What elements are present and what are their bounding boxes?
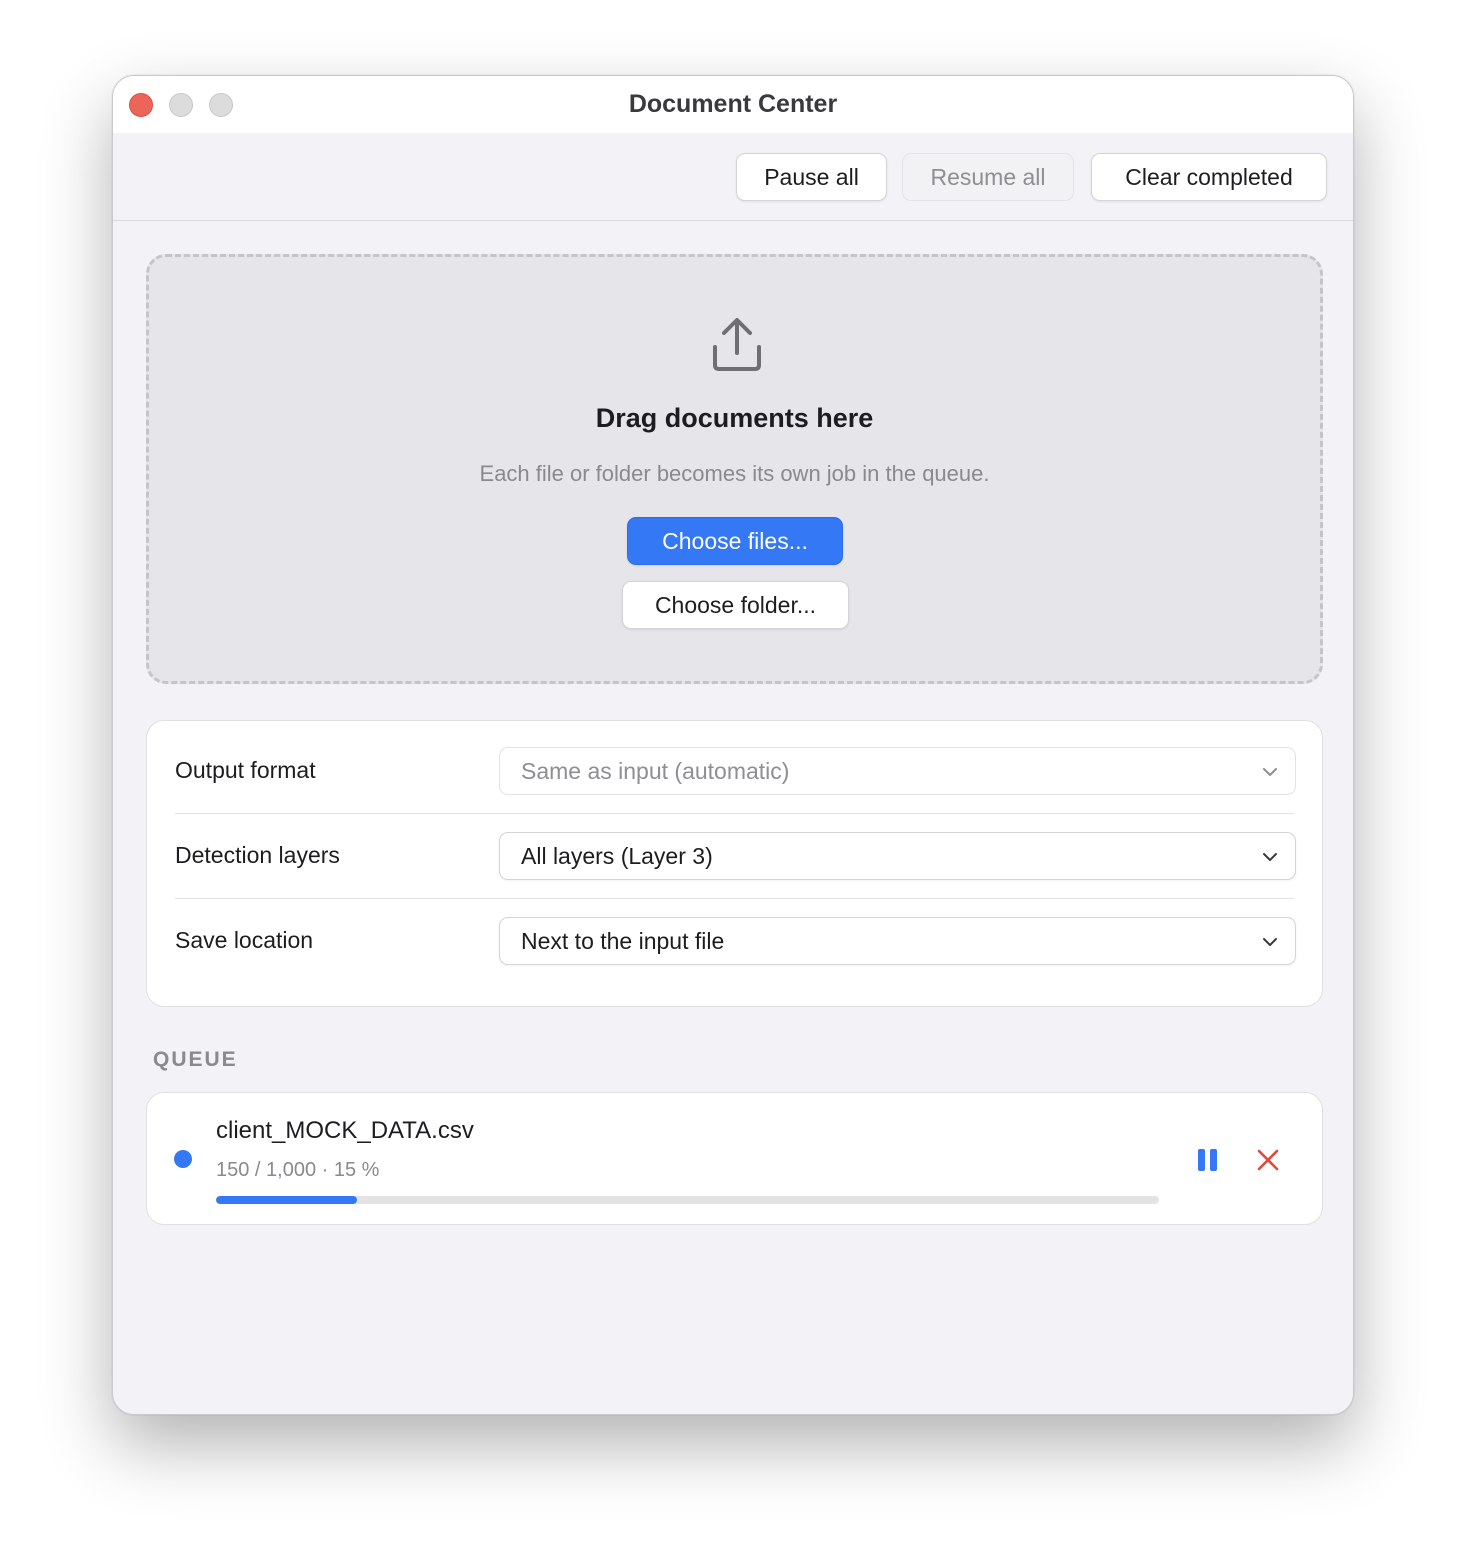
drop-zone-title: Drag documents here bbox=[595, 403, 874, 433]
pause-all-button[interactable]: Pause all bbox=[736, 153, 887, 201]
drop-zone[interactable]: Drag documents here Each file or folder … bbox=[146, 254, 1323, 684]
save-location-label: Save location bbox=[175, 927, 314, 953]
progress-bar bbox=[216, 1196, 1159, 1204]
pause-icon bbox=[1198, 1149, 1217, 1171]
save-location-select[interactable]: Next to the input file bbox=[499, 917, 1296, 965]
app-window: Document Center Pause all Resume all Cle… bbox=[112, 75, 1354, 1415]
detection-layers-select[interactable]: All layers (Layer 3) bbox=[499, 832, 1296, 880]
queue-item-file-name: client_MOCK_DATA.csv bbox=[216, 1117, 474, 1144]
resume-all-button[interactable]: Resume all bbox=[902, 153, 1074, 201]
clear-completed-button[interactable]: Clear completed bbox=[1091, 153, 1327, 201]
queue-item-progress-text: 150 / 1,000 · 15 % bbox=[216, 1159, 380, 1181]
detection-layers-label: Detection layers bbox=[175, 842, 340, 868]
chevron-down-icon bbox=[1263, 938, 1277, 946]
upload-icon bbox=[713, 318, 761, 371]
remove-item-button[interactable] bbox=[1248, 1140, 1288, 1180]
close-icon bbox=[1257, 1149, 1279, 1171]
toolbar: Pause all Resume all Clear completed bbox=[113, 133, 1353, 221]
save-location-value: Next to the input file bbox=[521, 927, 725, 954]
status-dot-icon bbox=[174, 1150, 192, 1168]
chevron-down-icon bbox=[1263, 853, 1277, 861]
output-format-value: Same as input (automatic) bbox=[521, 757, 790, 784]
title-bar: Document Center bbox=[113, 76, 1353, 133]
choose-folder-button[interactable]: Choose folder... bbox=[622, 581, 849, 629]
row-divider bbox=[175, 898, 1294, 899]
row-divider bbox=[175, 813, 1294, 814]
settings-panel: Output format Same as input (automatic) … bbox=[146, 720, 1323, 1007]
drop-zone-subtitle: Each file or folder becomes its own job … bbox=[479, 461, 990, 486]
choose-files-button[interactable]: Choose files... bbox=[627, 517, 843, 565]
pause-item-button[interactable] bbox=[1188, 1140, 1228, 1180]
output-format-label: Output format bbox=[175, 757, 316, 783]
detection-layers-value: All layers (Layer 3) bbox=[521, 842, 713, 869]
window-title: Document Center bbox=[628, 90, 838, 118]
queue-item: client_MOCK_DATA.csv 150 / 1,000 · 15 % bbox=[146, 1092, 1323, 1225]
chevron-down-icon bbox=[1263, 768, 1277, 776]
output-format-select[interactable]: Same as input (automatic) bbox=[499, 747, 1296, 795]
queue-heading: QUEUE bbox=[153, 1048, 238, 1071]
progress-bar-fill bbox=[216, 1196, 358, 1204]
